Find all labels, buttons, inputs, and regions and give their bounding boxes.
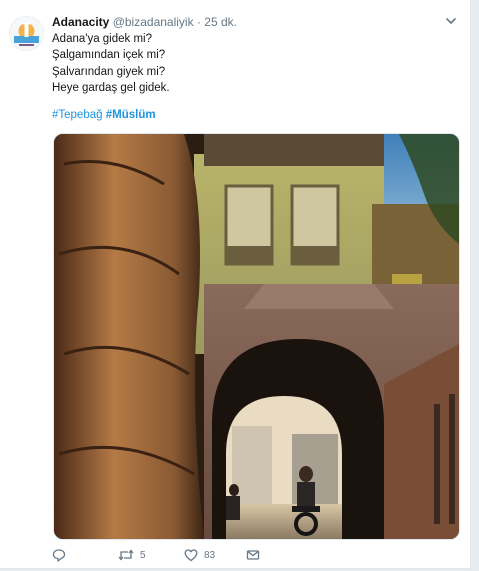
tweet-header: Adanacity @bizadanaliyik · 25 dk.: [52, 13, 440, 31]
direct-message-button[interactable]: [246, 545, 260, 565]
hashtags: #Tepebağ #Müslüm: [52, 109, 156, 121]
chevron-down-icon[interactable]: [444, 14, 458, 28]
user-handle[interactable]: @bizadanaliyik: [113, 15, 194, 29]
like-count: 83: [204, 549, 216, 561]
tweet-line: Heye gardaş gel gidek.: [52, 82, 170, 95]
display-name[interactable]: Adanacity: [52, 15, 109, 29]
like-button[interactable]: 83: [184, 545, 215, 565]
message-icon: [246, 550, 260, 560]
hashtag-muslum[interactable]: #Müslüm: [106, 109, 156, 121]
street-arch-photo: [54, 134, 459, 539]
hashtag-tepebag[interactable]: #Tepebağ: [52, 109, 103, 121]
avatar[interactable]: [9, 16, 44, 51]
reply-icon: [52, 549, 66, 562]
heart-icon: [184, 549, 198, 562]
tweet-line: Adana'ya gidek mi?: [52, 33, 153, 45]
retweet-icon: [118, 549, 134, 561]
retweet-count: 5: [140, 549, 146, 561]
tweet-line: Şalgamından içek mi?: [52, 49, 166, 62]
tweet-line: Şalvarından giyek mi?: [52, 65, 166, 78]
reply-button[interactable]: [52, 545, 72, 565]
separator-dot: ·: [196, 15, 201, 29]
timestamp[interactable]: 25 dk.: [204, 15, 237, 29]
avatar-logo-icon: [10, 17, 43, 50]
tweet-text: Adana'ya gidek mi? Şalgamından içek mi? …: [52, 31, 452, 97]
tweet-card[interactable]: Adanacity @bizadanaliyik · 25 dk. Adana'…: [0, 0, 471, 569]
tweet-actions: 5 83: [52, 545, 452, 565]
retweet-button[interactable]: 5: [118, 545, 146, 565]
tweet-photo[interactable]: [53, 133, 460, 540]
